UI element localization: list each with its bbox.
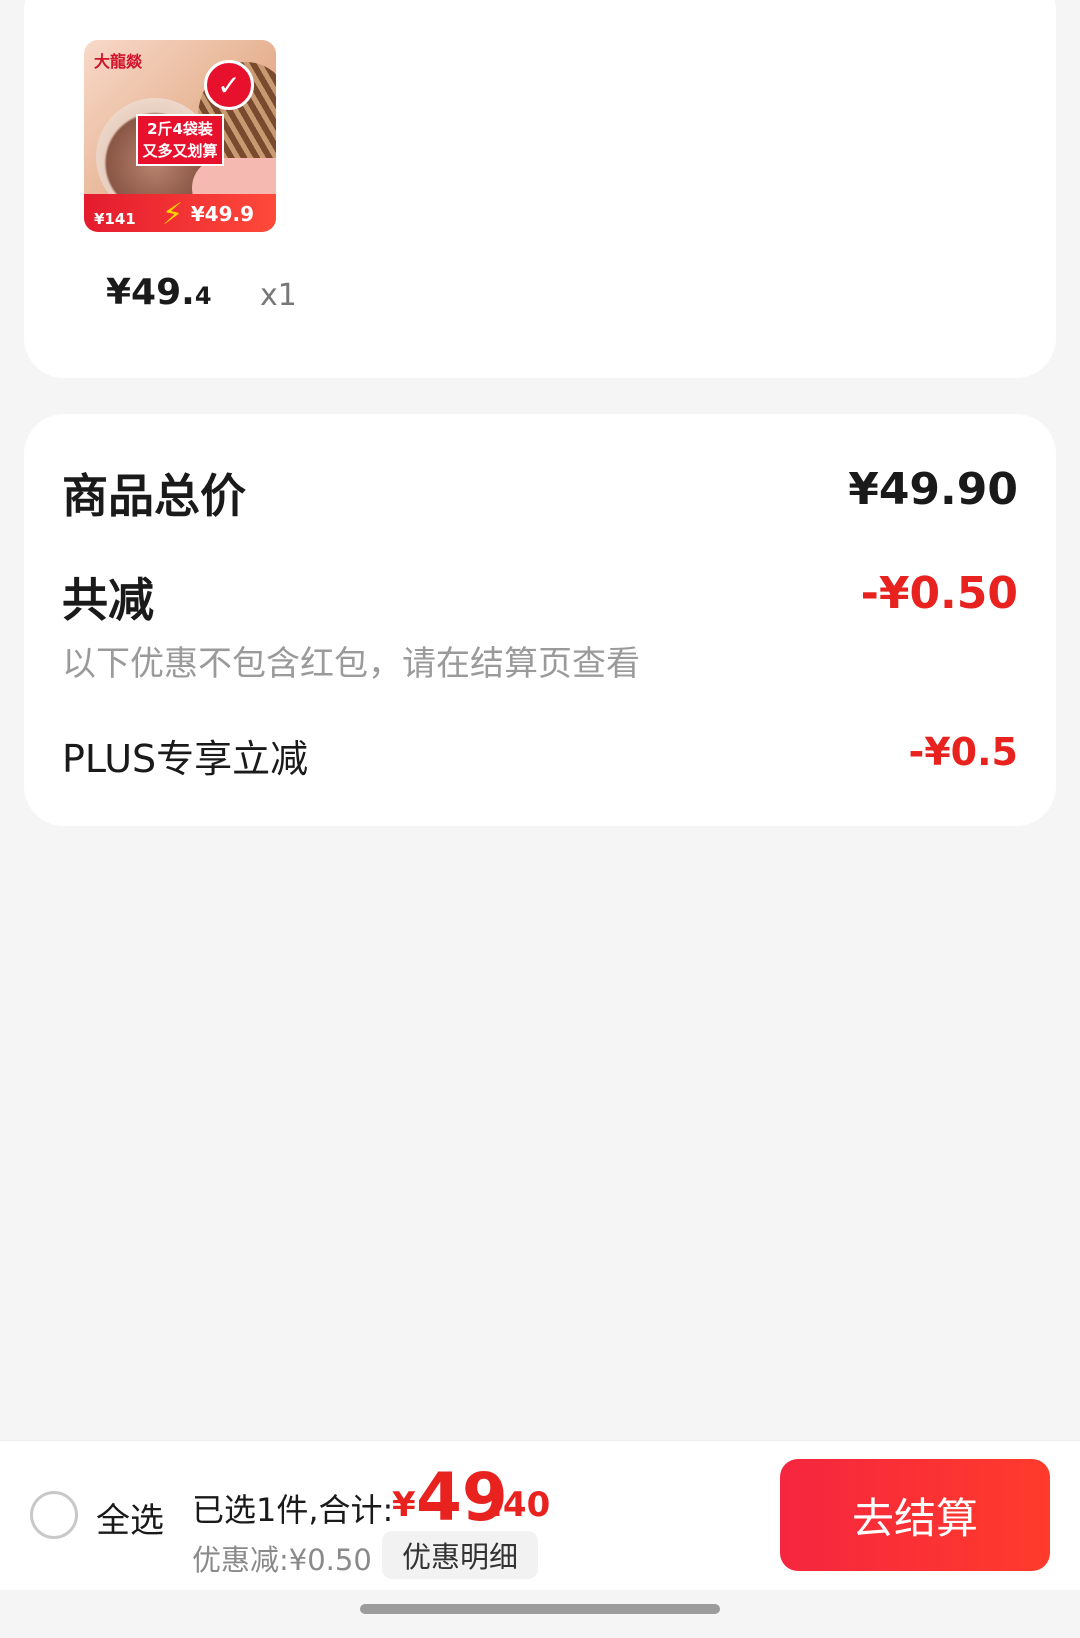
- select-all-radio[interactable]: [30, 1491, 78, 1539]
- sum-currency: ¥: [392, 1485, 416, 1525]
- lightning-icon: ⚡: [162, 197, 184, 232]
- check-icon: ✓: [204, 60, 254, 110]
- price-summary-card: 商品总价 ¥49.90 共减 -¥0.50 以下优惠不包含红包，请在结算页查看 …: [24, 414, 1056, 826]
- select-all-label[interactable]: 全选: [96, 1493, 164, 1542]
- item-price: ¥49.4: [106, 272, 212, 313]
- thumbnail-old-price: ¥141: [94, 210, 136, 228]
- total-discount-value: -¥0.50: [860, 568, 1018, 619]
- plus-discount-label: PLUS专享立减: [62, 737, 309, 781]
- discount-detail-button[interactable]: 优惠明细: [382, 1531, 538, 1579]
- selected-count-text: 已选1件,合计:: [192, 1491, 394, 1529]
- cart-page: 大龍燚 ✓ 2斤4袋装 又多又划算 ¥141 ⚡ ¥49.9 ¥49.4 x1 …: [0, 0, 1080, 1638]
- product-card: 大龍燚 ✓ 2斤4袋装 又多又划算 ¥141 ⚡ ¥49.9 ¥49.4 x1: [24, 0, 1056, 378]
- discount-note: 以下优惠不包含红包，请在结算页查看: [62, 644, 640, 684]
- total-discount-label: 共减: [62, 573, 154, 627]
- promo-line-1: 2斤4袋装: [147, 120, 213, 138]
- thumbnail-new-price: ¥49.9: [190, 202, 254, 226]
- checkout-bar: 全选 已选1件,合计: ¥ 49 .40 优惠减:¥0.50 优惠明细 去结算: [0, 1440, 1080, 1590]
- checkout-button[interactable]: 去结算: [780, 1459, 1050, 1571]
- saved-amount: 优惠减:¥0.50: [192, 1543, 372, 1577]
- total-price-label: 商品总价: [62, 469, 246, 523]
- home-indicator[interactable]: [360, 1604, 720, 1614]
- promo-line-2: 又多又划算: [142, 142, 218, 160]
- total-price-value: ¥49.90: [848, 464, 1018, 515]
- promo-banner: 2斤4袋装 又多又划算: [136, 114, 224, 166]
- item-price-int: ¥49.: [106, 272, 195, 313]
- thumbnail-price-strip: ¥141 ⚡ ¥49.9: [84, 194, 276, 232]
- plus-discount-value: -¥0.5: [908, 730, 1018, 774]
- product-thumbnail[interactable]: 大龍燚 ✓ 2斤4袋装 又多又划算 ¥141 ⚡ ¥49.9: [84, 40, 276, 232]
- brand-logo: 大龍燚: [94, 52, 143, 71]
- item-quantity: x1: [260, 278, 297, 313]
- sum-decimal: .40: [490, 1485, 551, 1525]
- item-price-dec: 4: [194, 282, 212, 310]
